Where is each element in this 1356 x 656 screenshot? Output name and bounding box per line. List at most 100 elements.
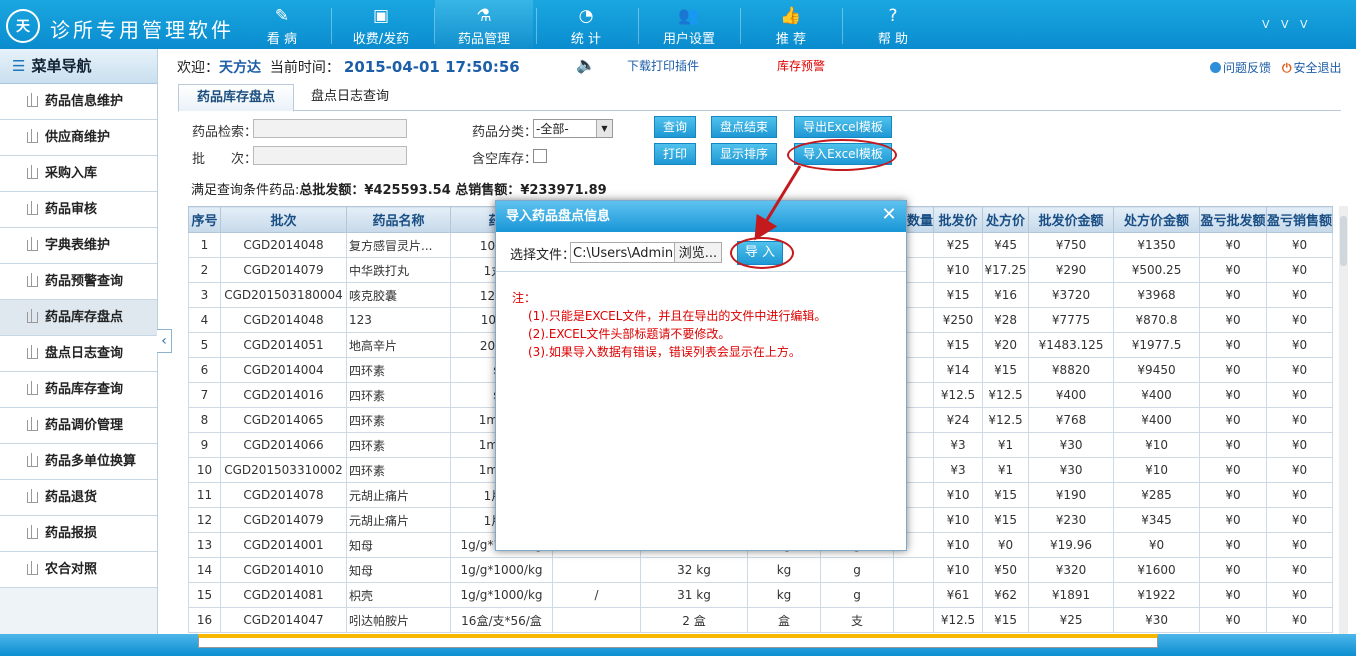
tree-node-icon	[27, 345, 38, 359]
logout-link[interactable]: ⏻ 安全退出	[1282, 59, 1342, 76]
table-cell: 支	[820, 607, 894, 633]
include-empty-checkbox[interactable]	[533, 149, 547, 163]
table-cell: 32 kg	[640, 557, 748, 583]
table-cell: ¥30	[1028, 457, 1115, 483]
query-button[interactable]: 查询	[654, 116, 696, 138]
table-cell: 2	[188, 257, 221, 283]
column-header: 批发价金额	[1028, 206, 1115, 233]
sidebar: ☰ 菜单导航 药品信息维护 供应商维护 采购入库 药品审核 字典表维护 药品预警查…	[0, 49, 158, 634]
top-bar: 天 诊所专用管理软件 ✎ 看 病 ▣ 收费/发药 ⚗ 药品管理 ◔ 统 计 👥 …	[0, 0, 1356, 49]
table-cell: g	[820, 557, 894, 583]
nav-drug-management[interactable]: ⚗ 药品管理	[435, 0, 533, 49]
tree-node-icon	[27, 561, 38, 575]
sidebar-item-warning-query[interactable]: 药品预警查询	[0, 264, 157, 300]
table-cell: ¥24	[933, 407, 984, 433]
table-cell: CGD2014078	[220, 482, 347, 508]
table-cell: ¥400	[1113, 382, 1201, 408]
table-cell: ¥17.25	[982, 257, 1030, 283]
batch-input[interactable]	[253, 146, 407, 165]
table-cell: CGD2014048	[220, 307, 347, 333]
table-cell: 7	[188, 382, 221, 408]
column-header: 批次	[220, 206, 347, 233]
sidebar-item-dictionary[interactable]: 字典表维护	[0, 228, 157, 264]
table-scrollbar[interactable]	[1339, 206, 1348, 634]
table-cell: ¥62	[982, 582, 1030, 608]
finish-stocktake-button[interactable]: 盘点结束	[711, 116, 777, 138]
nav-statistics[interactable]: ◔ 统 计	[537, 0, 635, 49]
speaker-icon[interactable]: 🔈	[576, 55, 596, 74]
table-cell: 9	[188, 432, 221, 458]
close-icon[interactable]: ✕	[880, 205, 898, 225]
table-cell: 枳壳	[346, 582, 451, 608]
table-cell: ¥14	[933, 357, 984, 383]
table-cell: ¥19.96	[1028, 532, 1115, 558]
tab-stocktake[interactable]: 药品库存盘点	[178, 84, 295, 112]
feedback-link[interactable]: 问题反馈	[1210, 59, 1271, 76]
table-cell: 3	[188, 282, 221, 308]
table-cell	[552, 557, 641, 583]
table-cell: 知母	[346, 557, 451, 583]
table-cell: 16盒/支*56/盒	[450, 607, 553, 633]
table-cell: ¥50	[982, 557, 1030, 583]
table-cell: ¥0	[1199, 507, 1268, 533]
table-cell: ¥15	[982, 607, 1030, 633]
nav-see-doctor[interactable]: ✎ 看 病	[233, 0, 331, 49]
table-cell: ¥0	[1199, 357, 1268, 383]
drug-search-input[interactable]	[253, 119, 407, 138]
browse-button[interactable]: 浏览...	[674, 242, 722, 263]
sidebar-item-unit-conversion[interactable]: 药品多单位换算	[0, 444, 157, 480]
table-cell: CGD2014081	[220, 582, 347, 608]
sidebar-item-stocktake[interactable]: 药品库存盘点	[0, 300, 157, 336]
table-cell: ¥7775	[1028, 307, 1115, 333]
print-button[interactable]: 打印	[654, 143, 696, 165]
scrollbar-thumb[interactable]	[1340, 216, 1347, 266]
dialog-title: 导入药品盘点信息	[506, 209, 611, 224]
sidebar-item-price-adjust[interactable]: 药品调价管理	[0, 408, 157, 444]
sidebar-item-audit[interactable]: 药品审核	[0, 192, 157, 228]
sidebar-item-stock-query[interactable]: 药品库存查询	[0, 372, 157, 408]
sidebar-item-stocktake-log[interactable]: 盘点日志查询	[0, 336, 157, 372]
include-empty-label: 含空库存：	[472, 152, 538, 167]
table-cell: 复方感冒灵片...	[346, 232, 451, 258]
sidebar-item-supplier[interactable]: 供应商维护	[0, 120, 157, 156]
sidebar-item-return[interactable]: 药品退货	[0, 480, 157, 516]
column-header: 序号	[188, 206, 221, 233]
table-cell: ¥1977.5	[1113, 332, 1201, 358]
sidebar-item-loss[interactable]: 药品报损	[0, 516, 157, 552]
table-cell: ¥1922	[1113, 582, 1201, 608]
sidebar-item-rural-mapping[interactable]: 农合对照	[0, 552, 157, 588]
sidebar-item-purchase[interactable]: 采购入库	[0, 156, 157, 192]
nav-charge[interactable]: ▣ 收费/发药	[332, 0, 430, 49]
sidebar-item-drug-info[interactable]: 药品信息维护	[0, 84, 157, 120]
table-cell: ¥0	[1199, 232, 1268, 258]
table-cell: ¥400	[1113, 407, 1201, 433]
table-cell: ¥15	[933, 332, 984, 358]
download-plugin-link[interactable]: 下载打印插件	[627, 57, 699, 74]
table-cell: CGD2014066	[220, 432, 347, 458]
tree-node-icon	[27, 165, 38, 179]
table-cell: ¥0	[1199, 457, 1268, 483]
column-header: 处方价金额	[1113, 206, 1201, 233]
table-cell: 地高辛片	[346, 332, 451, 358]
table-cell: ¥30	[1113, 607, 1201, 633]
category-label: 药品分类：	[472, 125, 538, 140]
table-cell	[892, 607, 935, 633]
nav-recommend[interactable]: 👍 推 荐	[742, 0, 840, 49]
nav-user-settings[interactable]: 👥 用户设置	[640, 0, 738, 49]
table-cell	[552, 607, 641, 633]
table-cell: CGD2014079	[220, 507, 347, 533]
stock-warning-link[interactable]: 库存预警	[777, 57, 825, 74]
table-cell: ¥25	[1028, 607, 1115, 633]
nav-help[interactable]: ? 帮 助	[844, 0, 942, 49]
table-cell: CGD2014065	[220, 407, 347, 433]
show-sort-button[interactable]: 显示排序	[711, 143, 777, 165]
table-cell: ¥10	[1113, 432, 1201, 458]
table-cell: ¥15	[982, 507, 1030, 533]
app-logo: 天	[6, 9, 40, 43]
export-template-button[interactable]: 导出Excel模板	[794, 116, 892, 138]
table-cell: ¥0	[1266, 457, 1334, 483]
table-cell: 1g/g*1000/kg	[450, 582, 553, 608]
tab-stocktake-log[interactable]: 盘点日志查询	[293, 84, 407, 110]
category-select[interactable]: -全部- ▼	[533, 119, 613, 138]
collapse-sidebar-button[interactable]: ‹	[157, 329, 172, 353]
